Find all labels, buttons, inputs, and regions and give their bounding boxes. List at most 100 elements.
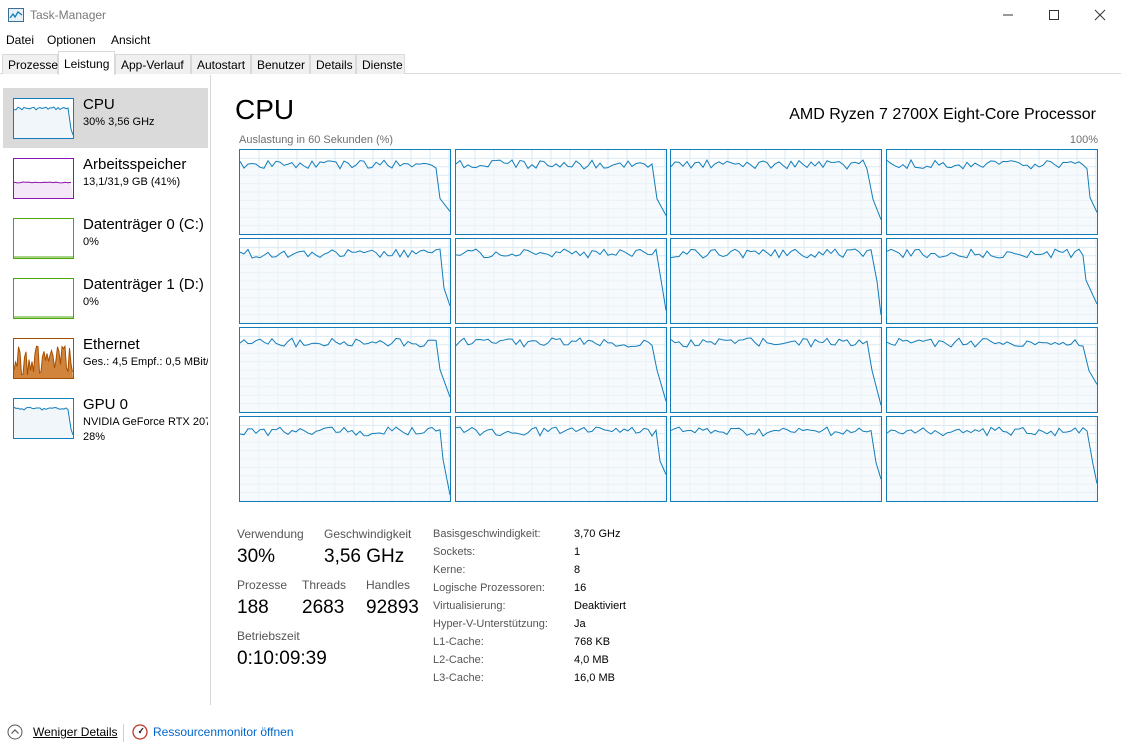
base-speed-value: 3,70 GHz: [574, 528, 621, 540]
logical-processor-graph: [454, 327, 667, 413]
graph-fill: [240, 160, 450, 234]
usage-value: 30%: [237, 546, 276, 567]
graph-fill: [886, 338, 1097, 412]
sidebar-item-cpu[interactable]: CPU 30% 3,56 GHz: [3, 88, 208, 148]
cpu-mini-graph: [13, 98, 74, 139]
hyper-v-label: Hyper-V-Unterstützung:: [433, 618, 548, 630]
logical-processor-graph: [885, 416, 1098, 502]
uptime-label: Betriebszeit: [237, 629, 300, 643]
threads-label: Threads: [302, 578, 347, 592]
footer-divider: [123, 724, 124, 742]
sidebar-item-subtitle: 30% 3,56 GHz: [83, 116, 155, 128]
sockets-label: Sockets:: [433, 546, 476, 558]
resource-monitor-icon[interactable]: [132, 724, 148, 740]
tab-bar: Prozesse Leistung App-Verlauf Autostart …: [0, 49, 1121, 75]
logical-processor-graph: [454, 238, 667, 324]
disk-1-mini-graph: [13, 278, 74, 319]
sidebar-item-subtitle: Ges.: 4,5 Empf.: 0,5 MBit/s: [83, 356, 208, 368]
sidebar-item-subtitle: NVIDIA GeForce RTX 2070: [83, 416, 208, 428]
logical-processor-graph: [454, 149, 667, 235]
graph-fill: [886, 160, 1097, 234]
window-title: Task-Manager: [30, 8, 107, 22]
sidebar-item-title: Arbeitsspeicher: [83, 156, 187, 173]
l2-cache-value: 4,0 MB: [574, 654, 609, 666]
l3-cache-label: L3-Cache:: [433, 672, 484, 684]
sidebar-item-title: CPU: [83, 96, 115, 113]
tab-benutzer[interactable]: Benutzer: [251, 54, 310, 74]
base-speed-label: Basisgeschwindigkeit:: [433, 528, 541, 540]
processes-label: Prozesse: [237, 578, 288, 592]
logical-processors-value: 16: [574, 582, 587, 594]
tab-app-verlauf[interactable]: App-Verlauf: [115, 54, 191, 74]
logical-processor-graph: [670, 327, 882, 413]
sidebar-item-disk-1[interactable]: Datenträger 1 (D:) 0%: [3, 268, 208, 328]
page-title: CPU: [235, 94, 295, 125]
minimize-button[interactable]: [985, 0, 1031, 30]
sidebar-item-usage: 28%: [83, 431, 106, 443]
handles-label: Handles: [366, 578, 411, 592]
l1-cache-value: 768 KB: [574, 636, 611, 648]
sidebar-item-disk-0[interactable]: Datenträger 0 (C:) 0%: [3, 208, 208, 268]
mini-graph-fill: [14, 182, 73, 198]
graph-fill: [455, 427, 666, 501]
logical-processor-graph: [239, 416, 451, 502]
footer-bar: Weniger Details Ressourcenmonitor öffnen: [0, 718, 1121, 748]
logical-processor-graph: [670, 238, 882, 324]
open-resource-monitor-link[interactable]: Ressourcenmonitor öffnen: [153, 725, 294, 739]
graph-fill: [455, 160, 666, 234]
graph-fill: [886, 427, 1097, 501]
graph-caption: Auslastung in 60 Sekunden (%): [239, 134, 394, 146]
resource-sidebar: CPU 30% 3,56 GHz Arbeitsspeicher 13,1/31…: [0, 75, 211, 705]
logical-processor-graph: [239, 327, 451, 413]
graph-max-label: 100%: [1069, 134, 1098, 146]
tab-leistung[interactable]: Leistung: [58, 51, 115, 75]
minimize-icon: [1003, 14, 1013, 16]
tab-details[interactable]: Details: [310, 54, 356, 74]
sockets-value: 1: [574, 546, 581, 558]
graph-fill: [455, 338, 666, 412]
logical-processor-graph: [670, 149, 882, 235]
cores-value: 8: [574, 564, 581, 576]
handles-value: 92893: [366, 597, 419, 618]
close-button[interactable]: [1077, 0, 1121, 30]
chevron-up-icon[interactable]: [7, 724, 23, 740]
tab-dienste[interactable]: Dienste: [356, 54, 405, 74]
l2-cache-label: L2-Cache:: [433, 654, 484, 666]
maximize-button[interactable]: [1031, 0, 1077, 30]
menu-datei[interactable]: Datei: [6, 33, 34, 47]
usage-label: Verwendung: [237, 527, 304, 541]
logical-processors-label: Logische Prozessoren:: [433, 582, 545, 594]
logical-processor-graph: [885, 327, 1098, 413]
speed-value: 3,56 GHz: [324, 546, 405, 567]
hyper-v-value: Ja: [574, 618, 586, 630]
title-bar: Task-Manager: [0, 0, 1121, 30]
gpu-mini-graph: [13, 398, 74, 439]
cores-label: Kerne:: [433, 564, 466, 576]
memory-mini-graph: [13, 158, 74, 199]
menu-ansicht[interactable]: Ansicht: [111, 33, 150, 47]
logical-processor-graph: [239, 238, 451, 324]
graph-fill: [671, 249, 881, 323]
sidebar-item-memory[interactable]: Arbeitsspeicher 13,1/31,9 GB (41%): [3, 148, 208, 208]
sidebar-item-ethernet[interactable]: Ethernet Ges.: 4,5 Empf.: 0,5 MBit/s: [3, 328, 208, 388]
tab-autostart[interactable]: Autostart: [191, 54, 251, 74]
less-details-button[interactable]: Weniger Details: [33, 725, 117, 739]
menu-optionen[interactable]: Optionen: [47, 33, 96, 47]
maximize-icon: [1049, 10, 1059, 20]
graph-fill: [886, 249, 1097, 323]
sidebar-item-subtitle: 13,1/31,9 GB (41%): [83, 176, 181, 188]
sidebar-item-subtitle: 0%: [83, 236, 99, 248]
logical-processor-graph: [239, 149, 451, 235]
sidebar-item-gpu-0[interactable]: GPU 0 NVIDIA GeForce RTX 2070 28%: [3, 388, 208, 448]
sidebar-item-title: Datenträger 1 (D:): [83, 276, 204, 293]
ethernet-mini-graph: [13, 338, 74, 379]
speed-label: Geschwindigkeit: [324, 527, 412, 541]
l3-cache-value: 16,0 MB: [574, 672, 615, 684]
logical-processor-graph: [454, 416, 667, 502]
graph-fill: [240, 249, 450, 323]
graph-fill: [240, 338, 450, 412]
tab-prozesse[interactable]: Prozesse: [2, 54, 58, 74]
sidebar-item-title: Ethernet: [83, 336, 140, 353]
logical-processor-graphs: [239, 149, 1099, 502]
processor-name: AMD Ryzen 7 2700X Eight-Core Processor: [789, 106, 1096, 123]
